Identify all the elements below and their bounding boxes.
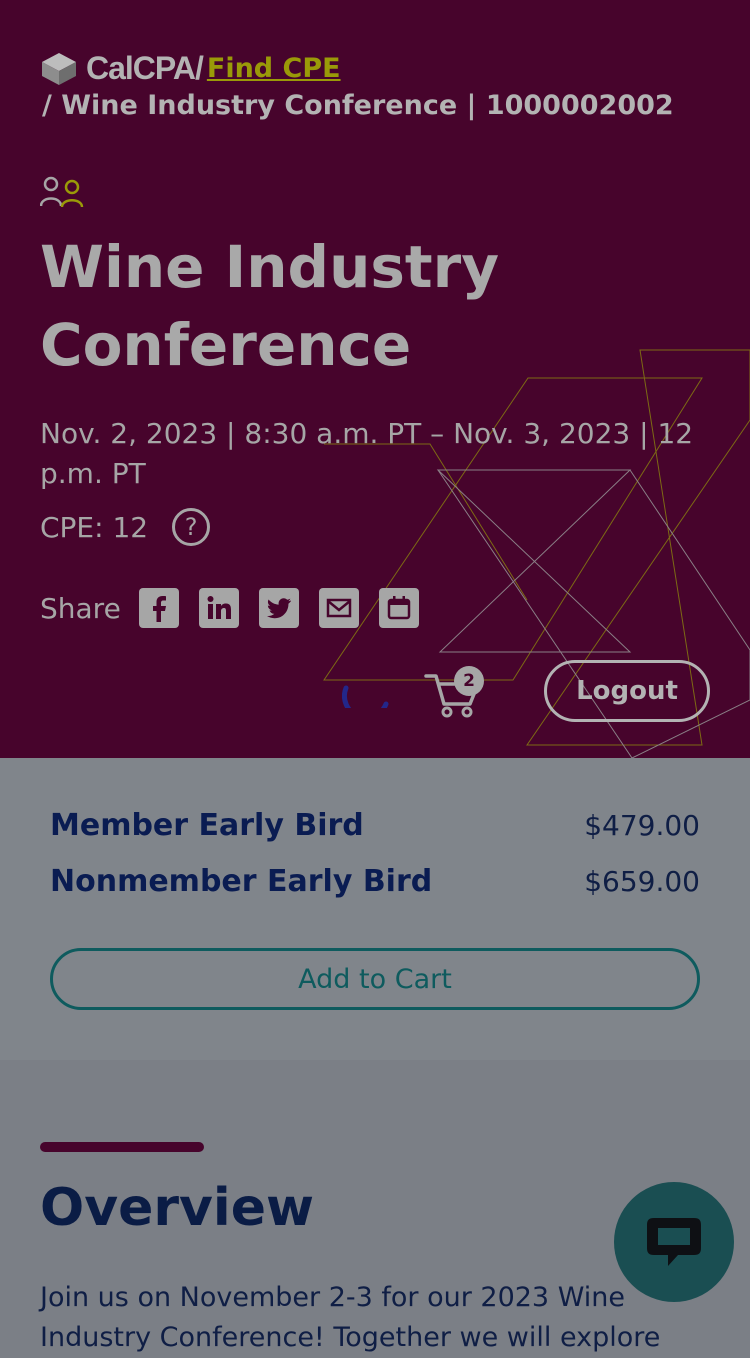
breadcrumb-current: / Wine Industry Conference | 1000002002: [42, 90, 674, 121]
overview-accent-bar: [40, 1142, 204, 1152]
email-icon[interactable]: [318, 588, 359, 628]
calcpa-logo-icon: [42, 52, 76, 85]
twitter-icon[interactable]: [258, 588, 299, 628]
linkedin-icon[interactable]: [198, 588, 239, 628]
overview-heading: Overview: [40, 1178, 315, 1238]
group-people-icon: [40, 176, 84, 208]
price-label: Member Early Bird: [50, 808, 364, 843]
share-bar: Share: [40, 588, 439, 628]
cpe-label: CPE: 12: [40, 510, 149, 544]
calendar-icon[interactable]: [378, 588, 419, 628]
loading-spinner-icon: [342, 685, 389, 708]
price-row: Member Early Bird $479.00: [50, 808, 700, 843]
calcpa-logo-text[interactable]: CalCPA/: [86, 50, 204, 87]
price-row: Nonmember Early Bird $659.00: [50, 864, 700, 899]
facebook-icon[interactable]: [138, 588, 179, 628]
logout-button[interactable]: Logout: [544, 660, 710, 722]
add-to-cart-button[interactable]: Add to Cart: [50, 948, 700, 1010]
chat-button[interactable]: [614, 1182, 734, 1302]
price-value: $479.00: [584, 809, 700, 842]
help-icon[interactable]: ?: [172, 508, 211, 546]
event-title: Wine Industry Conference: [40, 233, 500, 379]
event-hero: CalCPA/ Find CPE / Wine Industry Confere…: [0, 0, 750, 758]
cpe-credits: CPE: 12 ?: [40, 508, 211, 546]
pricing-panel: Member Early Bird $479.00 Nonmember Earl…: [0, 758, 750, 1060]
price-label: Nonmember Early Bird: [50, 864, 433, 899]
overview-text: Join us on November 2-3 for our 2023 Win…: [40, 1282, 661, 1353]
event-dates: Nov. 2, 2023 | 8:30 a.m. PT – Nov. 3, 20…: [40, 417, 694, 490]
price-value: $659.00: [584, 865, 700, 898]
cart-count-badge: 2: [454, 666, 484, 696]
chat-bubble-icon: [647, 1218, 701, 1266]
breadcrumb: CalCPA/ Find CPE: [40, 50, 341, 87]
find-cpe-link[interactable]: Find CPE: [207, 53, 341, 84]
share-label: Share: [40, 591, 121, 625]
